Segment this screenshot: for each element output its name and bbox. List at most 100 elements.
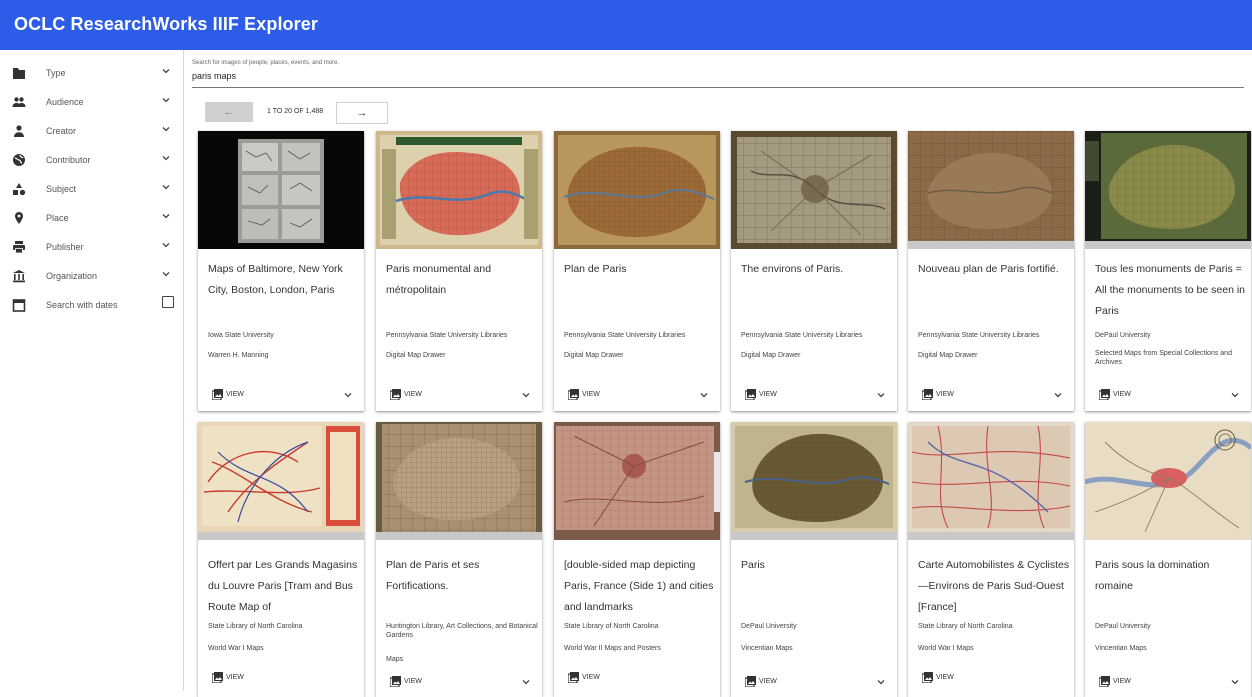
- result-card[interactable]: Maps of Baltimore, New York City, Boston…: [198, 131, 364, 411]
- view-button-label: VIEW: [582, 674, 600, 681]
- card-title[interactable]: Plan de Paris et ses Fortifications.: [386, 555, 538, 597]
- result-range: 1 TO 20 OF 1,488: [267, 108, 324, 115]
- card-thumbnail[interactable]: [554, 131, 720, 249]
- chevron-down-icon[interactable]: [876, 390, 886, 400]
- card-thumbnail[interactable]: [376, 131, 542, 249]
- image-icon: [922, 672, 933, 683]
- filter-publisher-label: Publisher: [46, 242, 84, 252]
- result-card[interactable]: Paris sous la domination romaine DePaul …: [1085, 422, 1251, 697]
- institution-icon: [12, 269, 26, 283]
- calendar-icon: [12, 298, 26, 312]
- chevron-down-icon: [161, 66, 171, 76]
- card-thumbnail[interactable]: [1085, 422, 1251, 540]
- filter-organization[interactable]: Organization: [0, 263, 184, 292]
- card-title[interactable]: [double-sided map depicting Paris, Franc…: [564, 555, 716, 618]
- result-card[interactable]: The environs of Paris. Pennsylvania Stat…: [731, 131, 897, 411]
- card-title[interactable]: Carte Automobilistes & Cyclistes—Environ…: [918, 555, 1070, 618]
- card-title[interactable]: Paris sous la domination romaine: [1095, 555, 1247, 597]
- card-title[interactable]: Tous les monuments de Paris = All the mo…: [1095, 259, 1247, 322]
- filter-subject[interactable]: Subject: [0, 176, 184, 205]
- chevron-down-icon: [161, 211, 171, 221]
- card-collection: Warren H. Manning: [208, 352, 269, 359]
- previous-page-button[interactable]: ←: [205, 102, 253, 122]
- search-with-dates-checkbox[interactable]: [162, 296, 174, 308]
- filter-contributor[interactable]: Contributor: [0, 147, 184, 176]
- card-thumbnail[interactable]: [198, 422, 364, 540]
- card-thumbnail[interactable]: [731, 422, 897, 540]
- chevron-down-icon[interactable]: [1230, 390, 1240, 400]
- card-thumbnail[interactable]: [198, 131, 364, 249]
- card-collection: Selected Maps from Special Collections a…: [1095, 350, 1232, 366]
- chevron-down-icon: [161, 240, 171, 250]
- shapes-icon: [12, 182, 26, 196]
- filter-publisher[interactable]: Publisher: [0, 234, 184, 263]
- view-button-label: VIEW: [582, 391, 600, 398]
- next-page-button[interactable]: →: [336, 102, 388, 124]
- chevron-down-icon[interactable]: [699, 390, 709, 400]
- image-icon: [568, 389, 579, 400]
- image-icon: [390, 676, 401, 687]
- chevron-down-icon: [161, 269, 171, 279]
- chevron-down-icon[interactable]: [521, 390, 531, 400]
- filter-creator-label: Creator: [46, 126, 77, 136]
- chevron-down-icon[interactable]: [876, 677, 886, 687]
- card-thumbnail[interactable]: [908, 422, 1074, 540]
- view-button-label: VIEW: [404, 678, 422, 685]
- image-icon: [1099, 389, 1110, 400]
- card-organization: Pennsylvania State University Libraries: [386, 332, 508, 339]
- filter-contributor-label: Contributor: [46, 155, 91, 165]
- card-title[interactable]: Offert par Les Grands Magasins du Louvre…: [208, 555, 360, 618]
- view-button-label: VIEW: [1113, 391, 1131, 398]
- search-input[interactable]: Search for images of people, places, eve…: [192, 56, 1244, 88]
- card-title[interactable]: Nouveau plan de Paris fortifié.: [918, 259, 1070, 280]
- card-title[interactable]: Paris monumental and métropolitain: [386, 259, 538, 301]
- card-title[interactable]: Maps of Baltimore, New York City, Boston…: [208, 259, 360, 301]
- result-card[interactable]: Paris DePaul University Vincentian Maps …: [731, 422, 897, 697]
- image-icon: [922, 389, 933, 400]
- result-card[interactable]: Plan de Paris Pennsylvania State Univers…: [554, 131, 720, 411]
- card-title[interactable]: Plan de Paris: [564, 259, 716, 280]
- view-button-label: VIEW: [226, 674, 244, 681]
- card-organization: DePaul University: [1095, 623, 1151, 630]
- pin-icon: [12, 211, 26, 225]
- view-button-label: VIEW: [1113, 678, 1131, 685]
- people-icon: [12, 95, 26, 109]
- card-thumbnail[interactable]: [731, 131, 897, 249]
- filter-creator[interactable]: Creator: [0, 118, 184, 147]
- chevron-down-icon[interactable]: [1053, 390, 1063, 400]
- view-button-label: VIEW: [226, 391, 244, 398]
- result-card[interactable]: Offert par Les Grands Magasins du Louvre…: [198, 422, 364, 697]
- result-card[interactable]: Tous les monuments de Paris = All the mo…: [1085, 131, 1251, 411]
- result-card[interactable]: Paris monumental and métropolitain Penns…: [376, 131, 542, 411]
- card-title[interactable]: The environs of Paris.: [741, 259, 893, 280]
- filter-organization-label: Organization: [46, 271, 98, 281]
- chevron-down-icon[interactable]: [343, 390, 353, 400]
- card-organization: Huntington Library, Art Collections, and…: [386, 623, 538, 639]
- card-thumbnail[interactable]: [554, 422, 720, 540]
- image-icon: [568, 672, 579, 683]
- card-collection: Digital Map Drawer: [741, 352, 801, 359]
- card-collection: Vincentian Maps: [1095, 645, 1147, 652]
- chevron-down-icon[interactable]: [521, 677, 531, 687]
- card-organization: Pennsylvania State University Libraries: [741, 332, 863, 339]
- result-card[interactable]: Nouveau plan de Paris fortifié. Pennsylv…: [908, 131, 1074, 411]
- filter-place[interactable]: Place: [0, 205, 184, 234]
- result-card[interactable]: Carte Automobilistes & Cyclistes—Environ…: [908, 422, 1074, 697]
- chevron-down-icon[interactable]: [1230, 677, 1240, 687]
- search-value[interactable]: paris maps: [192, 71, 236, 81]
- globe-icon: [12, 153, 26, 167]
- card-organization: State Library of North Carolina: [564, 623, 659, 630]
- filter-audience[interactable]: Audience: [0, 89, 184, 118]
- chevron-down-icon: [161, 182, 171, 192]
- card-title[interactable]: Paris: [741, 555, 893, 576]
- filter-type[interactable]: Type: [0, 60, 184, 89]
- result-card[interactable]: Plan de Paris et ses Fortifications. Hun…: [376, 422, 542, 697]
- card-thumbnail[interactable]: [376, 422, 542, 540]
- card-thumbnail[interactable]: [1085, 131, 1251, 249]
- image-icon: [212, 672, 223, 683]
- result-card[interactable]: [double-sided map depicting Paris, Franc…: [554, 422, 720, 697]
- app-title: OCLC ResearchWorks IIIF Explorer: [14, 14, 318, 34]
- filter-search-with-dates[interactable]: Search with dates: [0, 292, 184, 321]
- image-icon: [745, 676, 756, 687]
- card-thumbnail[interactable]: [908, 131, 1074, 249]
